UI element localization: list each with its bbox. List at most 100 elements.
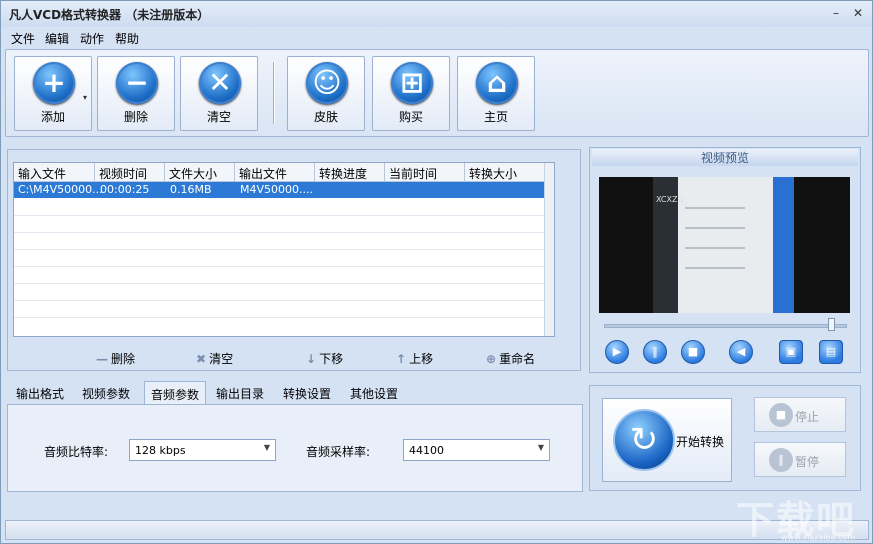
preview-title: 视频预览: [592, 149, 858, 166]
app-window: 凡人VCD格式转换器 （未注册版本） – ✕ 文件 编辑 动作 帮助 + ▾ 添…: [0, 0, 873, 544]
table-header: 输入文件 视频时间 文件大小 输出文件 转换进度 当前时间 转换大小: [14, 163, 554, 182]
arrow-down-icon: ↓: [306, 352, 317, 366]
seek-slider-thumb[interactable]: [828, 318, 835, 331]
menu-action[interactable]: 动作: [80, 30, 104, 47]
cart-icon: ⊞: [391, 62, 433, 104]
samplerate-value: 44100: [409, 444, 444, 457]
video-line: [685, 207, 745, 209]
menu-file[interactable]: 文件: [11, 30, 35, 47]
delete-button-label: 删除: [123, 110, 148, 124]
tab-output-format[interactable]: 输出格式: [16, 385, 64, 402]
column-header[interactable]: 当前时间: [389, 165, 437, 182]
volume-button[interactable]: ◀: [729, 340, 753, 364]
clear-button-label: 清空: [206, 110, 231, 124]
tab-convert-settings[interactable]: 转换设置: [283, 385, 331, 402]
add-button[interactable]: + ▾ 添加: [14, 56, 92, 131]
stop-button[interactable]: ■: [681, 340, 705, 364]
remove-icon: −: [116, 62, 158, 104]
clear-icon: ✕: [199, 62, 241, 104]
video-line: [685, 247, 745, 249]
home-button[interactable]: ⌂ 主页: [457, 56, 535, 131]
file-list-panel: 输入文件 视频时间 文件大小 输出文件 转换进度 当前时间 转换大小 C:\M4…: [7, 149, 581, 371]
open-folder-button[interactable]: ▤: [819, 340, 843, 364]
rename-button[interactable]: ⊕ 重命名: [486, 350, 535, 367]
menu-edit[interactable]: 编辑: [45, 30, 69, 47]
column-header[interactable]: 输出文件: [239, 165, 287, 182]
tab-output-dir[interactable]: 输出目录: [216, 385, 264, 402]
refresh-arrow-icon: ↻: [613, 409, 675, 471]
convert-panel: ↻ 开始转换 ■ 停止 ‖ 暂停: [589, 385, 861, 491]
tab-video-params[interactable]: 视频参数: [82, 385, 130, 402]
smiley-icon: ☺: [306, 62, 348, 104]
home-icon: ⌂: [476, 62, 518, 104]
chevron-down-icon: ▼: [263, 443, 270, 452]
title-bar[interactable]: 凡人VCD格式转换器 （未注册版本） – ✕: [1, 1, 872, 27]
buy-button-label: 购买: [398, 110, 423, 124]
row-divider: [14, 215, 554, 216]
tab-audio-params[interactable]: 音频参数: [144, 381, 207, 405]
column-header[interactable]: 文件大小: [169, 165, 217, 182]
column-header[interactable]: 转换大小: [469, 165, 517, 182]
pause-icon: ‖: [769, 448, 793, 472]
snapshot-button[interactable]: ▣: [779, 340, 803, 364]
minus-icon: —: [96, 352, 108, 366]
pause-button[interactable]: ‖: [643, 340, 667, 364]
skin-button[interactable]: ☺ 皮肤: [287, 56, 365, 131]
samplerate-select[interactable]: 44100 ▼: [403, 439, 550, 461]
clear-button[interactable]: ✕ 清空: [180, 56, 258, 131]
bitrate-value: 128 kbps: [135, 444, 186, 457]
tab-other-settings[interactable]: 其他设置: [350, 385, 398, 402]
play-button[interactable]: ▶: [605, 340, 629, 364]
list-clear-label: 清空: [209, 352, 234, 366]
column-header[interactable]: 视频时间: [99, 165, 147, 182]
move-up-button[interactable]: ↑ 上移: [396, 350, 433, 367]
chevron-down-icon: ▼: [537, 443, 544, 452]
move-down-button[interactable]: ↓ 下移: [306, 350, 343, 367]
bitrate-select[interactable]: 128 kbps ▼: [129, 439, 276, 461]
video-preview-panel: 视频预览 XCXZQ ▶ ‖ ■ ◀ ▣ ▤: [589, 147, 861, 373]
audio-params-panel: 音频比特率: 128 kbps ▼ 音频采样率: 44100 ▼: [7, 404, 583, 492]
list-actions: — 删除 ✖ 清空 ↓ 下移 ↑ 上移 ⊕ 重命名: [8, 350, 580, 370]
list-delete-label: 删除: [111, 352, 136, 366]
rename-label: 重命名: [499, 352, 536, 366]
video-screen-content: [678, 177, 773, 313]
cell-output-file: M4V50000....: [240, 183, 313, 196]
cell-input-file: C:\M4V50000...: [18, 183, 103, 196]
start-convert-button[interactable]: ↻ 开始转换: [602, 398, 732, 482]
column-header[interactable]: 转换进度: [319, 165, 367, 182]
column-header[interactable]: 输入文件: [18, 165, 66, 182]
start-convert-label: 开始转换: [676, 435, 725, 449]
move-up-label: 上移: [409, 352, 434, 366]
stop-convert-label: 停止: [795, 410, 820, 424]
delete-button[interactable]: − 删除: [97, 56, 175, 131]
file-table[interactable]: 输入文件 视频时间 文件大小 输出文件 转换进度 当前时间 转换大小 C:\M4…: [13, 162, 555, 337]
minimize-button[interactable]: –: [827, 4, 845, 22]
buy-button[interactable]: ⊞ 购买: [372, 56, 450, 131]
settings-tabs: 输出格式 视频参数 音频参数 输出目录 转换设置 其他设置: [7, 381, 587, 405]
seek-slider[interactable]: [604, 324, 847, 328]
stop-icon: ■: [769, 403, 793, 427]
close-button[interactable]: ✕: [849, 4, 867, 22]
row-divider: [14, 317, 554, 318]
skin-button-label: 皮肤: [313, 110, 338, 124]
x-icon: ✖: [196, 352, 207, 366]
cell-file-size: 0.16MB: [170, 183, 212, 196]
vertical-scrollbar[interactable]: [544, 163, 554, 336]
video-frame: XCXZQ: [599, 177, 850, 313]
list-delete-button[interactable]: — 删除: [96, 350, 135, 367]
video-line: [685, 267, 745, 269]
add-icon: +: [33, 62, 75, 104]
video-line: [685, 227, 745, 229]
pause-convert-button[interactable]: ‖ 暂停: [754, 442, 846, 477]
chevron-down-icon[interactable]: ▾: [83, 93, 87, 102]
samplerate-label: 音频采样率:: [306, 445, 371, 459]
row-divider: [14, 283, 554, 284]
menu-help[interactable]: 帮助: [115, 30, 139, 47]
home-button-label: 主页: [483, 110, 508, 124]
cell-video-time: 00:00:25: [100, 183, 150, 196]
stop-convert-button[interactable]: ■ 停止: [754, 397, 846, 432]
toolbar: + ▾ 添加 − 删除 ✕ 清空 ☺ 皮肤 ⊞ 购买 ⌂ 主页: [5, 49, 869, 137]
window-title: 凡人VCD格式转换器 （未注册版本）: [9, 8, 210, 22]
menu-bar: 文件 编辑 动作 帮助: [1, 27, 872, 49]
list-clear-button[interactable]: ✖ 清空: [196, 350, 233, 367]
